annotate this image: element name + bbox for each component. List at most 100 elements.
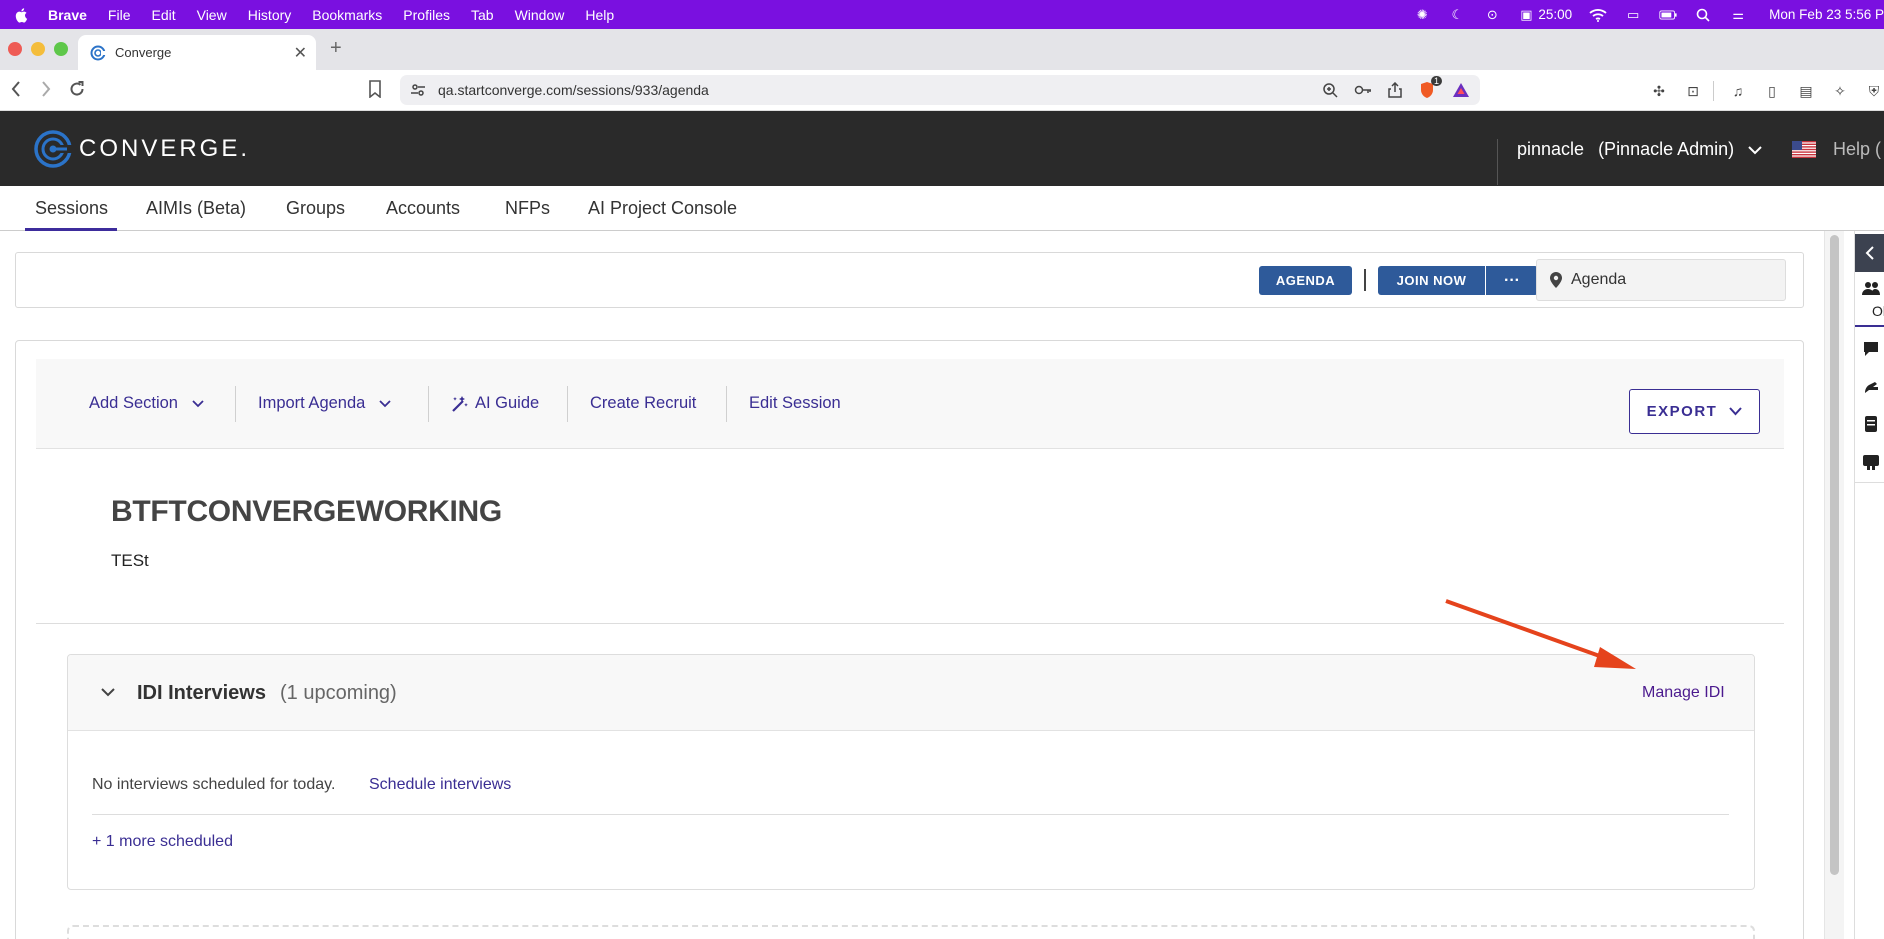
sidebar-observers-label[interactable]: Ol	[1872, 303, 1884, 319]
menubar-clock[interactable]: Mon Feb 23 5:56 P	[1769, 7, 1884, 22]
browser-toolbar: qa.startconverge.com/sessions/933/agenda…	[0, 70, 1884, 111]
nav-ai-project-console[interactable]: AI Project Console	[588, 198, 737, 219]
session-toolbar: AGENDA JOIN NOW ··· Agenda	[15, 252, 1804, 308]
action-separator	[235, 386, 236, 422]
right-sidebar: Ol	[1854, 231, 1884, 939]
browser-tab-strip: Converge ✕ +	[0, 29, 1884, 70]
manage-idi-link[interactable]: Manage IDI	[1642, 684, 1725, 702]
timer-text[interactable]: 25:00	[1538, 7, 1572, 22]
ai-guide-button[interactable]: AI Guide	[451, 394, 539, 413]
notes-icon[interactable]	[1861, 414, 1881, 434]
address-bar[interactable]: qa.startconverge.com/sessions/933/agenda…	[400, 75, 1480, 105]
sidebar-icon[interactable]: ▯	[1762, 81, 1782, 101]
back-icon[interactable]	[10, 80, 22, 103]
add-section-button[interactable]: Add Section	[89, 394, 204, 413]
extensions-icon[interactable]: ✣	[1649, 81, 1669, 101]
action-separator	[428, 386, 429, 422]
menu-history[interactable]: History	[248, 7, 292, 23]
display-icon[interactable]: ▭	[1624, 7, 1642, 22]
wallet-icon[interactable]: ▤	[1796, 81, 1816, 101]
spotlight-search-icon[interactable]	[1694, 8, 1712, 22]
app-header: CONVERGE. pinnacle (Pinnacle Admin) Help…	[0, 111, 1884, 186]
chevron-down-icon[interactable]	[100, 687, 116, 697]
window-close-button[interactable]	[8, 42, 22, 56]
menu-window[interactable]: Window	[515, 7, 565, 23]
more-scheduled-link[interactable]: + 1 more scheduled	[92, 833, 233, 851]
magic-wand-icon	[452, 395, 468, 412]
share-icon[interactable]	[1388, 82, 1402, 98]
moon-icon[interactable]: ☾	[1448, 7, 1466, 22]
schedule-interviews-link[interactable]: Schedule interviews	[369, 776, 511, 794]
reader-icon[interactable]: ⊡	[1683, 81, 1703, 101]
converge-logo[interactable]: CONVERGE.	[32, 128, 250, 170]
edit-session-button[interactable]: Edit Session	[749, 394, 841, 413]
timer-icon[interactable]: ▣	[1518, 7, 1534, 22]
observers-icon[interactable]	[1861, 279, 1881, 299]
scrollbar-thumb[interactable]	[1830, 235, 1839, 875]
brave-shields-icon[interactable]: 1	[1418, 76, 1442, 99]
window-zoom-button[interactable]	[54, 42, 68, 56]
site-settings-icon[interactable]	[410, 82, 426, 98]
tab-close-icon[interactable]: ✕	[294, 43, 307, 63]
sidebar-toggle-button[interactable]	[1855, 234, 1884, 272]
menu-tab[interactable]: Tab	[471, 7, 494, 23]
window-minimize-button[interactable]	[31, 42, 45, 56]
play-circle-icon[interactable]: ⊙	[1483, 7, 1501, 22]
user-menu[interactable]: pinnacle (Pinnacle Admin)	[1517, 139, 1762, 160]
nav-nfps[interactable]: NFPs	[505, 198, 550, 219]
join-now-button[interactable]: JOIN NOW	[1378, 266, 1485, 295]
add-section-label: Add Section	[89, 394, 178, 412]
browser-tab-converge[interactable]: Converge ✕	[78, 35, 316, 70]
chat-icon[interactable]	[1861, 339, 1881, 359]
agenda-button[interactable]: AGENDA	[1259, 266, 1352, 295]
zoom-icon[interactable]	[1322, 82, 1338, 98]
bookmark-icon[interactable]	[368, 80, 382, 103]
hand-icon[interactable]	[1861, 377, 1881, 397]
nav-groups[interactable]: Groups	[286, 198, 345, 219]
vpn-icon[interactable]: ⛨	[1864, 81, 1884, 101]
brave-rewards-icon[interactable]	[1452, 82, 1470, 98]
forward-icon[interactable]	[40, 80, 52, 103]
add-section-dropzone[interactable]	[67, 925, 1755, 939]
menu-app-name[interactable]: Brave	[48, 7, 87, 23]
translate-icon[interactable]	[1861, 452, 1881, 472]
nav-sessions[interactable]: Sessions	[35, 198, 108, 219]
nav-aimis[interactable]: AIMIs (Beta)	[146, 198, 246, 219]
menu-file[interactable]: File	[108, 7, 131, 23]
menu-view[interactable]: View	[197, 7, 227, 23]
export-button[interactable]: EXPORT	[1629, 389, 1760, 434]
idi-section-title: IDI Interviews	[137, 682, 266, 704]
wifi-icon[interactable]	[1589, 8, 1607, 22]
location-text: Agenda	[1571, 271, 1627, 288]
control-center-icon[interactable]: ⚌	[1729, 7, 1747, 22]
chevron-down-icon	[1748, 145, 1762, 154]
menu-profiles[interactable]: Profiles	[403, 7, 450, 23]
more-options-button[interactable]: ···	[1486, 266, 1538, 295]
apple-icon[interactable]	[14, 7, 30, 23]
chevron-left-icon	[1865, 246, 1874, 260]
create-recruit-button[interactable]: Create Recruit	[590, 394, 696, 413]
menu-bookmarks[interactable]: Bookmarks	[312, 7, 382, 23]
us-flag-icon[interactable]	[1792, 141, 1816, 158]
menu-edit[interactable]: Edit	[151, 7, 175, 23]
import-agenda-button[interactable]: Import Agenda	[258, 394, 391, 413]
nav-accounts[interactable]: Accounts	[386, 198, 460, 219]
action-separator	[567, 386, 568, 422]
openai-icon[interactable]: ✺	[1413, 7, 1431, 22]
reload-icon[interactable]	[68, 80, 86, 103]
export-label: EXPORT	[1646, 403, 1718, 420]
new-tab-icon[interactable]: +	[330, 37, 342, 60]
battery-icon[interactable]	[1659, 8, 1677, 22]
import-agenda-label: Import Agenda	[258, 394, 366, 412]
url-text[interactable]: qa.startconverge.com/sessions/933/agenda	[438, 82, 709, 98]
leo-ai-icon[interactable]: ✧	[1830, 81, 1850, 101]
location-selector[interactable]: Agenda	[1536, 259, 1786, 301]
chevron-down-icon	[1729, 407, 1743, 416]
key-icon[interactable]	[1354, 84, 1372, 96]
header-divider	[1497, 139, 1498, 185]
help-link[interactable]: Help (	[1833, 139, 1881, 160]
page-scrollbar[interactable]	[1824, 231, 1844, 939]
menu-help[interactable]: Help	[585, 7, 614, 23]
chevron-down-icon	[379, 399, 391, 407]
media-icon[interactable]: ♫	[1728, 81, 1748, 101]
